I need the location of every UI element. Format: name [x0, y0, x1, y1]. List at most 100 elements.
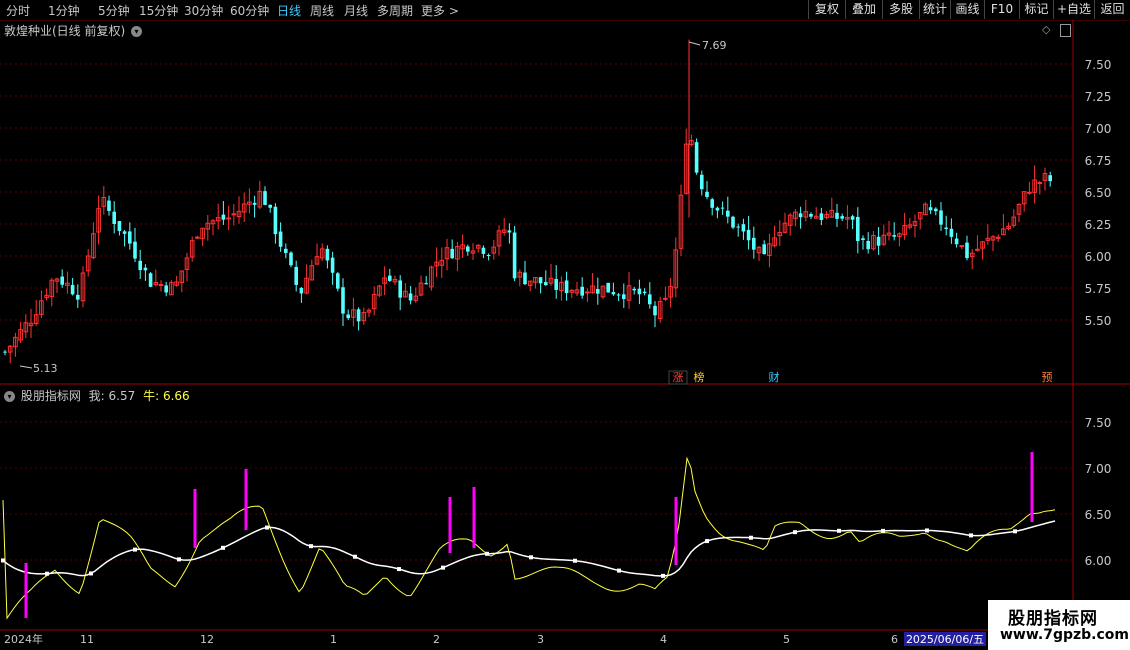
candle-down — [3, 351, 7, 353]
candle-down — [523, 272, 527, 285]
limit-up-marker: 涨 — [673, 371, 684, 384]
finance-marker: 财 — [769, 370, 780, 384]
signal-bars — [24, 452, 1034, 618]
candle-down — [128, 231, 132, 244]
candle-down — [481, 247, 486, 254]
candle-down — [949, 228, 954, 237]
time-axis: 2024年 11 12 1 2 3 4 5 6 2025/06/06/五 — [4, 632, 986, 646]
candle-up — [959, 245, 965, 248]
candle-down — [752, 237, 756, 250]
candle-down — [653, 305, 657, 316]
candle-down — [580, 286, 584, 296]
indicator-tick: 6.00 — [1085, 554, 1112, 568]
candle-down — [336, 273, 340, 289]
candle-down — [564, 280, 569, 294]
candle-down — [616, 294, 621, 296]
candle-down — [70, 284, 75, 295]
candle-down — [611, 292, 616, 295]
candle-down — [965, 242, 969, 259]
candle-down — [892, 235, 896, 237]
slow-line-marker — [265, 525, 269, 530]
slow-line-marker — [749, 535, 753, 540]
candle-down — [112, 211, 116, 224]
slow-line-marker — [441, 565, 445, 570]
candle-down — [746, 229, 751, 241]
candle-down — [138, 260, 142, 271]
watermark-title: 股朋指标网 — [1008, 609, 1098, 629]
candle-down — [408, 293, 413, 301]
candle-down — [954, 238, 959, 245]
candle-down — [294, 266, 298, 285]
candle-down — [148, 273, 153, 287]
slow-line-marker — [1, 558, 5, 563]
slow-line-marker — [485, 551, 489, 556]
main-price-axis: 7.50 7.25 7.00 6.75 6.50 6.25 6.00 5.75 … — [1085, 58, 1112, 328]
candle-down — [700, 174, 704, 190]
slow-line-marker — [353, 554, 357, 559]
candle-down — [710, 199, 714, 208]
slow-line-marker — [573, 558, 577, 563]
candle-down — [398, 280, 402, 298]
slow-line-marker — [705, 539, 709, 544]
price-tick: 6.75 — [1085, 154, 1112, 168]
candle-down — [388, 275, 392, 281]
candle-down — [726, 210, 730, 217]
candle-down — [341, 287, 345, 314]
candle-up — [585, 291, 590, 294]
candle-down — [133, 241, 137, 259]
time-label: 6 — [891, 633, 898, 646]
candle-down — [850, 216, 855, 220]
event-markers: 涨 榜 财 预 — [668, 370, 1053, 385]
candle-down — [466, 246, 470, 252]
slow-line-marker — [177, 557, 181, 562]
candle-down — [809, 214, 813, 217]
candle-down — [424, 283, 428, 285]
slow-line-marker — [837, 528, 841, 533]
candle-down — [606, 282, 610, 293]
slow-line-marker — [221, 545, 225, 550]
indicator-lines — [1, 456, 1056, 620]
candle-up — [663, 297, 668, 300]
slow-line-marker — [969, 533, 973, 538]
candle-down — [1048, 175, 1052, 182]
candle-down — [637, 288, 642, 295]
slow-line-marker — [133, 547, 137, 552]
candle-down — [856, 216, 860, 242]
candle-down — [299, 287, 304, 294]
candle-down — [731, 216, 735, 228]
candle-down — [544, 282, 548, 286]
time-label: 2024年 — [4, 632, 43, 646]
price-tick: 6.50 — [1085, 186, 1112, 200]
candle-down — [325, 248, 330, 261]
slow-line-marker — [309, 544, 313, 549]
candle-down — [289, 252, 293, 266]
slow-line-marker — [45, 571, 49, 576]
time-label: 1 — [330, 633, 337, 646]
candle-down — [538, 277, 543, 284]
slow-line-marker — [881, 528, 885, 533]
candle-down — [866, 241, 870, 250]
candle-down — [486, 255, 491, 257]
slow-line — [2, 520, 1056, 577]
time-label: 2 — [433, 633, 440, 646]
price-tick: 7.50 — [1085, 58, 1112, 72]
candle-down — [736, 226, 740, 228]
candle-down — [819, 213, 824, 220]
candle-up — [1037, 181, 1043, 184]
candle-down — [122, 231, 127, 234]
price-tick: 5.75 — [1085, 282, 1112, 296]
candle-down — [720, 207, 725, 209]
price-tick: 7.00 — [1085, 122, 1112, 136]
candle-up — [995, 236, 1001, 239]
candle-down — [263, 191, 267, 205]
time-label: 11 — [80, 633, 94, 646]
indicator-tick: 7.50 — [1085, 416, 1112, 430]
slow-line-marker — [925, 528, 929, 533]
candle-down — [164, 285, 168, 293]
kline-chart[interactable]: 7.50 7.25 7.00 6.75 6.50 6.25 6.00 5.75 … — [0, 0, 1130, 650]
slow-line-marker — [529, 555, 533, 560]
candle-down — [715, 207, 720, 211]
slow-line-marker — [617, 568, 621, 573]
time-label: 3 — [537, 633, 544, 646]
slow-line-marker — [793, 530, 797, 535]
